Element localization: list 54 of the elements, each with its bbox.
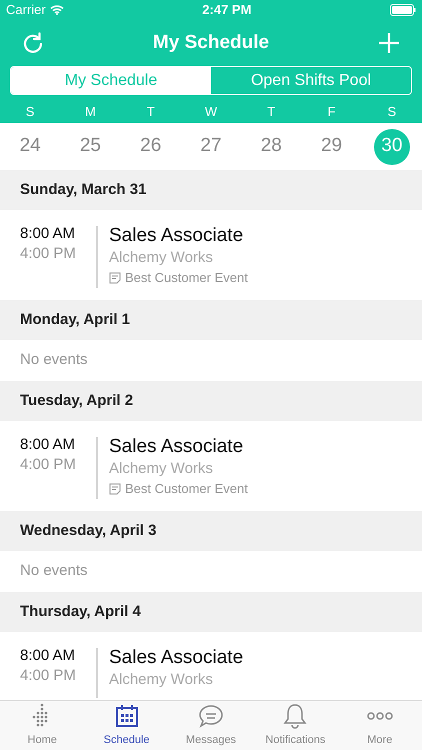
date-cell[interactable]: 24 (12, 128, 48, 164)
date-cell[interactable]: 25 (72, 128, 108, 164)
weekday-label: S (26, 102, 34, 120)
day-heading: Tuesday, April 2 (20, 390, 134, 411)
date-cell[interactable]: 30 (374, 128, 410, 164)
day-heading: Monday, April 1 (20, 310, 130, 330)
event-title: Sales Associate (109, 435, 244, 459)
empty-message: No events (20, 350, 88, 370)
end-time: 4:00 PM (20, 455, 77, 475)
tab-bar-item[interactable]: More (338, 701, 422, 750)
carrier-label: Carrier (6, 1, 46, 20)
tab-bar-item[interactable]: Messages (168, 701, 254, 750)
event-note: Best Customer Event (125, 269, 248, 287)
weekday-label: F (328, 102, 336, 120)
segment-tab[interactable]: My Schedule (11, 67, 211, 94)
day-heading: Wednesday, April 3 (20, 520, 156, 541)
event-title: Sales Associate (109, 224, 244, 248)
weekday-label: T (146, 102, 155, 120)
date-cell[interactable]: 26 (132, 128, 169, 164)
event-title: Sales Associate (109, 646, 244, 670)
event-location: Alchemy Works (109, 670, 214, 690)
event-location: Alchemy Works (109, 459, 214, 479)
weekday-label: M (85, 102, 96, 120)
end-time: 4:00 PM (20, 666, 77, 686)
event-location: Alchemy Works (109, 248, 214, 268)
tab-bar-item[interactable]: Schedule (84, 701, 169, 750)
status-time: 2:47 PM (202, 1, 252, 20)
note-icon (109, 272, 121, 284)
bell-icon (283, 703, 308, 730)
day-heading: Sunday, March 31 (20, 180, 146, 200)
empty-message: No events (20, 561, 88, 582)
calendar-icon (114, 704, 139, 728)
battery-icon (390, 4, 416, 16)
start-time: 8:00 AM (20, 224, 76, 244)
date-cell[interactable]: 28 (253, 128, 290, 164)
weekday-label: S (388, 102, 396, 120)
date-cell[interactable]: 29 (314, 128, 350, 164)
more-icon (366, 711, 393, 722)
event-note: Best Customer Event (125, 480, 248, 498)
start-time: 8:00 AM (20, 435, 76, 455)
screen-title: My Schedule (152, 30, 270, 55)
chat-icon (198, 704, 224, 728)
day-heading: Thursday, April 4 (20, 602, 141, 622)
weekday-label: T (267, 102, 276, 120)
refresh-icon[interactable] (22, 32, 44, 54)
tab-bar-item[interactable]: Home (0, 701, 84, 750)
note-icon (109, 482, 121, 495)
wifi-icon (50, 5, 64, 15)
tab-bar-item[interactable]: Notifications (253, 701, 338, 750)
add-icon[interactable] (378, 32, 400, 54)
weekday-label: W (204, 102, 218, 120)
end-time: 4:00 PM (20, 244, 77, 264)
date-cell[interactable]: 27 (192, 128, 229, 164)
start-time: 8:00 AM (20, 646, 76, 666)
